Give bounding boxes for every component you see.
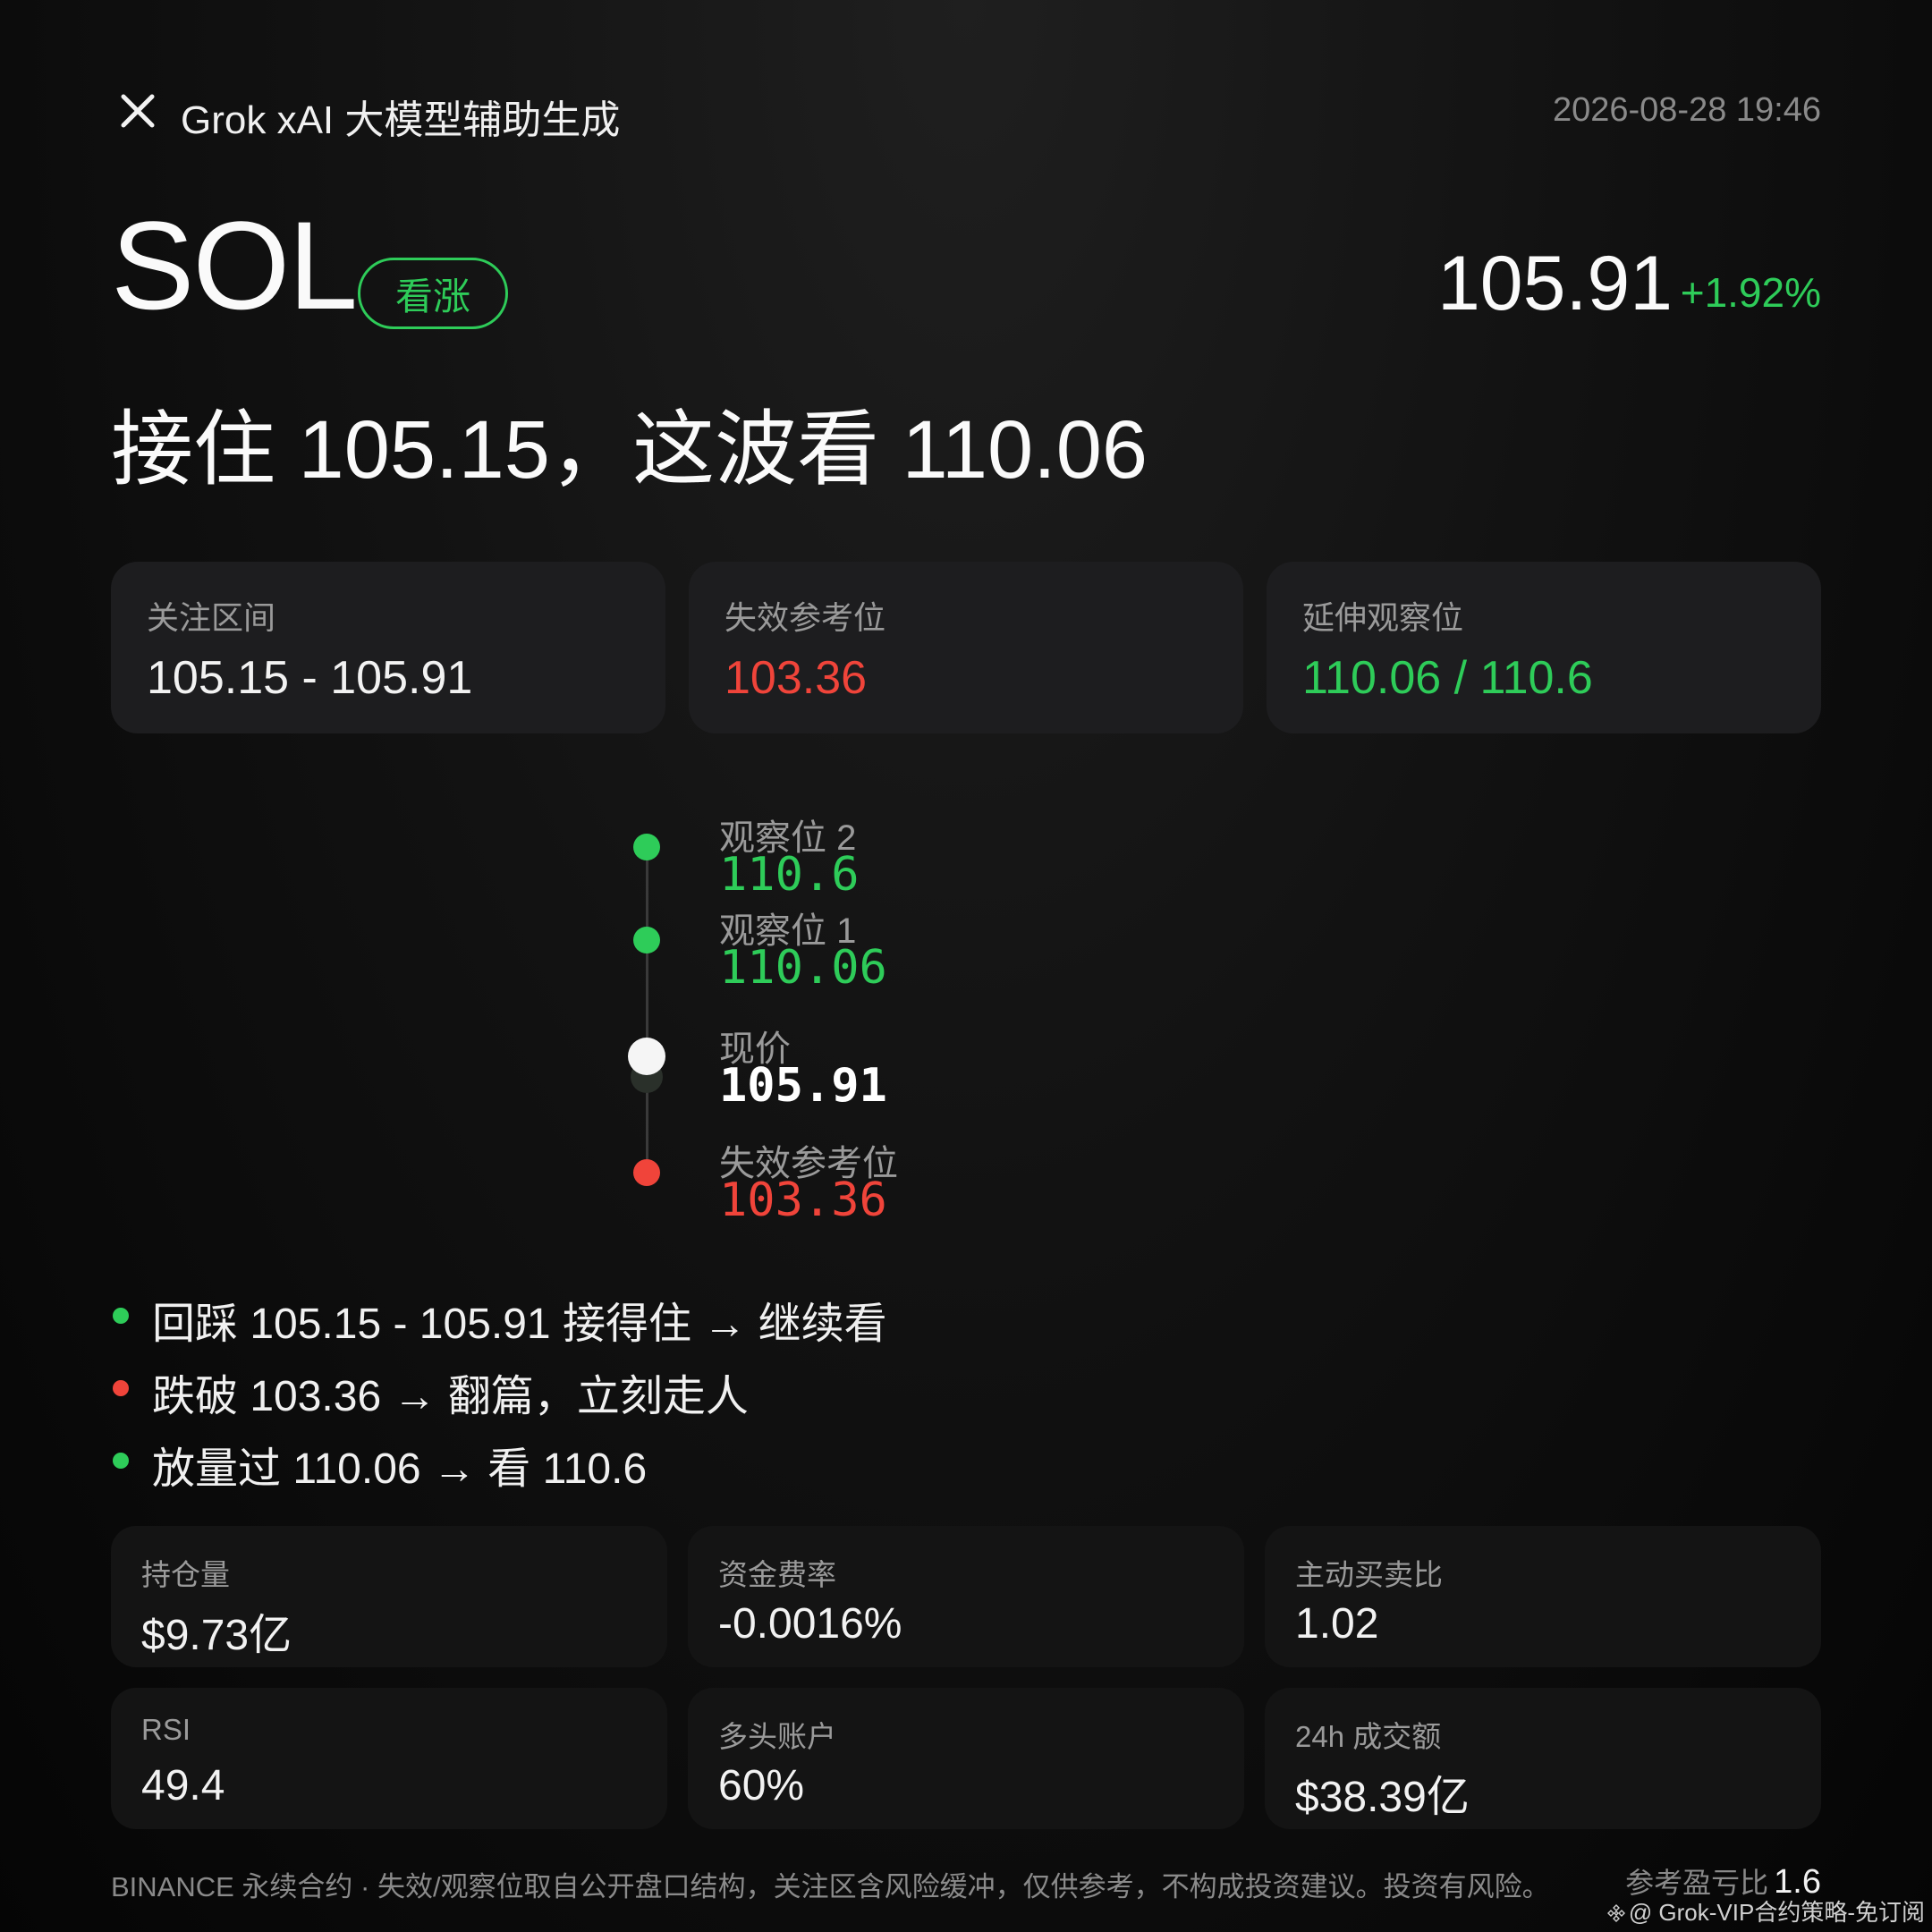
extension-card: 延伸观察位 110.06 / 110.6 <box>1267 562 1821 733</box>
rule-text: 跌破 103.36 → 翻篇，立刻走人 <box>152 1373 749 1420</box>
rule-text: 放量过 110.06 → 看 110.6 <box>152 1445 648 1493</box>
stat-rsi: RSI 49.4 <box>111 1688 667 1829</box>
card-label: 延伸观察位 <box>1302 599 1464 636</box>
card-label: 失效参考位 <box>724 599 886 636</box>
stat-taker-ratio: 主动买卖比 1.02 <box>1265 1526 1821 1667</box>
card-label: 关注区间 <box>147 599 276 636</box>
stat-value: 49.4 <box>141 1762 225 1809</box>
price-change: +1.92% <box>1680 269 1821 316</box>
stat-label: 资金费率 <box>718 1558 836 1591</box>
ladder-label: 观察位 1 <box>719 911 857 951</box>
ladder-value: 103.36 <box>719 1174 887 1227</box>
ladder-dot-invalidation <box>633 1159 660 1186</box>
stat-value: $9.73亿 <box>141 1612 292 1659</box>
asset-symbol: SOL <box>111 195 358 335</box>
ladder-value: 110.6 <box>719 848 860 902</box>
current-price: 105.91 <box>1436 241 1673 326</box>
disclaimer: BINANCE 永续合约 · 失效/观察位取自公开盘口结构，关注区含风险缓冲，仅… <box>111 1871 1550 1902</box>
watermark: @ Grok-VIP合约策略-免订阅 <box>1606 1894 1925 1928</box>
stat-value: 1.02 <box>1295 1600 1379 1648</box>
watermark-text: @ Grok-VIP合约策略-免订阅 <box>1628 1899 1925 1926</box>
ladder-dot-current <box>628 1038 665 1075</box>
stat-value: 60% <box>718 1762 805 1809</box>
stat-value: $38.39亿 <box>1295 1774 1470 1821</box>
ladder-dot-target-1 <box>633 927 660 953</box>
stat-open-interest: 持仓量 $9.73亿 <box>111 1526 667 1667</box>
invalidation-card: 失效参考位 103.36 <box>689 562 1243 733</box>
stat-long-accounts: 多头账户 60% <box>688 1688 1244 1829</box>
stat-label: RSI <box>141 1713 191 1746</box>
bullet-dot <box>113 1453 129 1469</box>
source-label: Grok xAI 大模型辅助生成 <box>181 98 621 142</box>
ladder-line <box>646 846 648 1172</box>
ladder-value: 105.91 <box>719 1059 887 1113</box>
stat-label: 持仓量 <box>141 1558 230 1591</box>
stat-label: 多头账户 <box>718 1720 836 1753</box>
sentiment-badge: 看涨 <box>358 258 508 329</box>
stat-value: -0.0016% <box>718 1600 902 1648</box>
rule-text: 回踩 105.15 - 105.91 接得住 → 继续看 <box>152 1301 887 1348</box>
stat-24h-volume: 24h 成交额 $38.39亿 <box>1265 1688 1821 1829</box>
timestamp: 2026-08-28 19:46 <box>1552 91 1821 129</box>
bullet-dot <box>113 1308 129 1324</box>
headline: 接住 105.15，这波看 110.06 <box>111 404 1148 496</box>
header: Grok xAI 大模型辅助生成 2026-08-28 19:46 <box>111 82 1821 142</box>
stat-label: 主动买卖比 <box>1295 1558 1443 1591</box>
summary-cards: 关注区间 105.15 - 105.91 失效参考位 103.36 延伸观察位 … <box>111 562 1821 733</box>
ladder-label: 失效参考位 <box>719 1144 898 1183</box>
card-value: 110.06 / 110.6 <box>1302 652 1593 704</box>
stat-funding-rate: 资金费率 -0.0016% <box>688 1526 1244 1667</box>
binance-logo-icon <box>1606 1904 1625 1922</box>
bullet-dot <box>113 1380 129 1396</box>
card-value: 105.15 - 105.91 <box>147 652 473 704</box>
ladder-label: 现价 <box>719 1030 791 1069</box>
ladder-dot-shadow <box>631 1061 663 1093</box>
ladder-dot-target-2 <box>633 834 660 860</box>
stat-label: 24h 成交额 <box>1295 1720 1442 1753</box>
ladder-label: 观察位 2 <box>719 818 857 858</box>
close-icon[interactable] <box>118 91 157 131</box>
ladder-value: 110.06 <box>719 941 887 995</box>
card-value: 103.36 <box>724 652 868 704</box>
focus-zone-card: 关注区间 105.15 - 105.91 <box>111 562 665 733</box>
